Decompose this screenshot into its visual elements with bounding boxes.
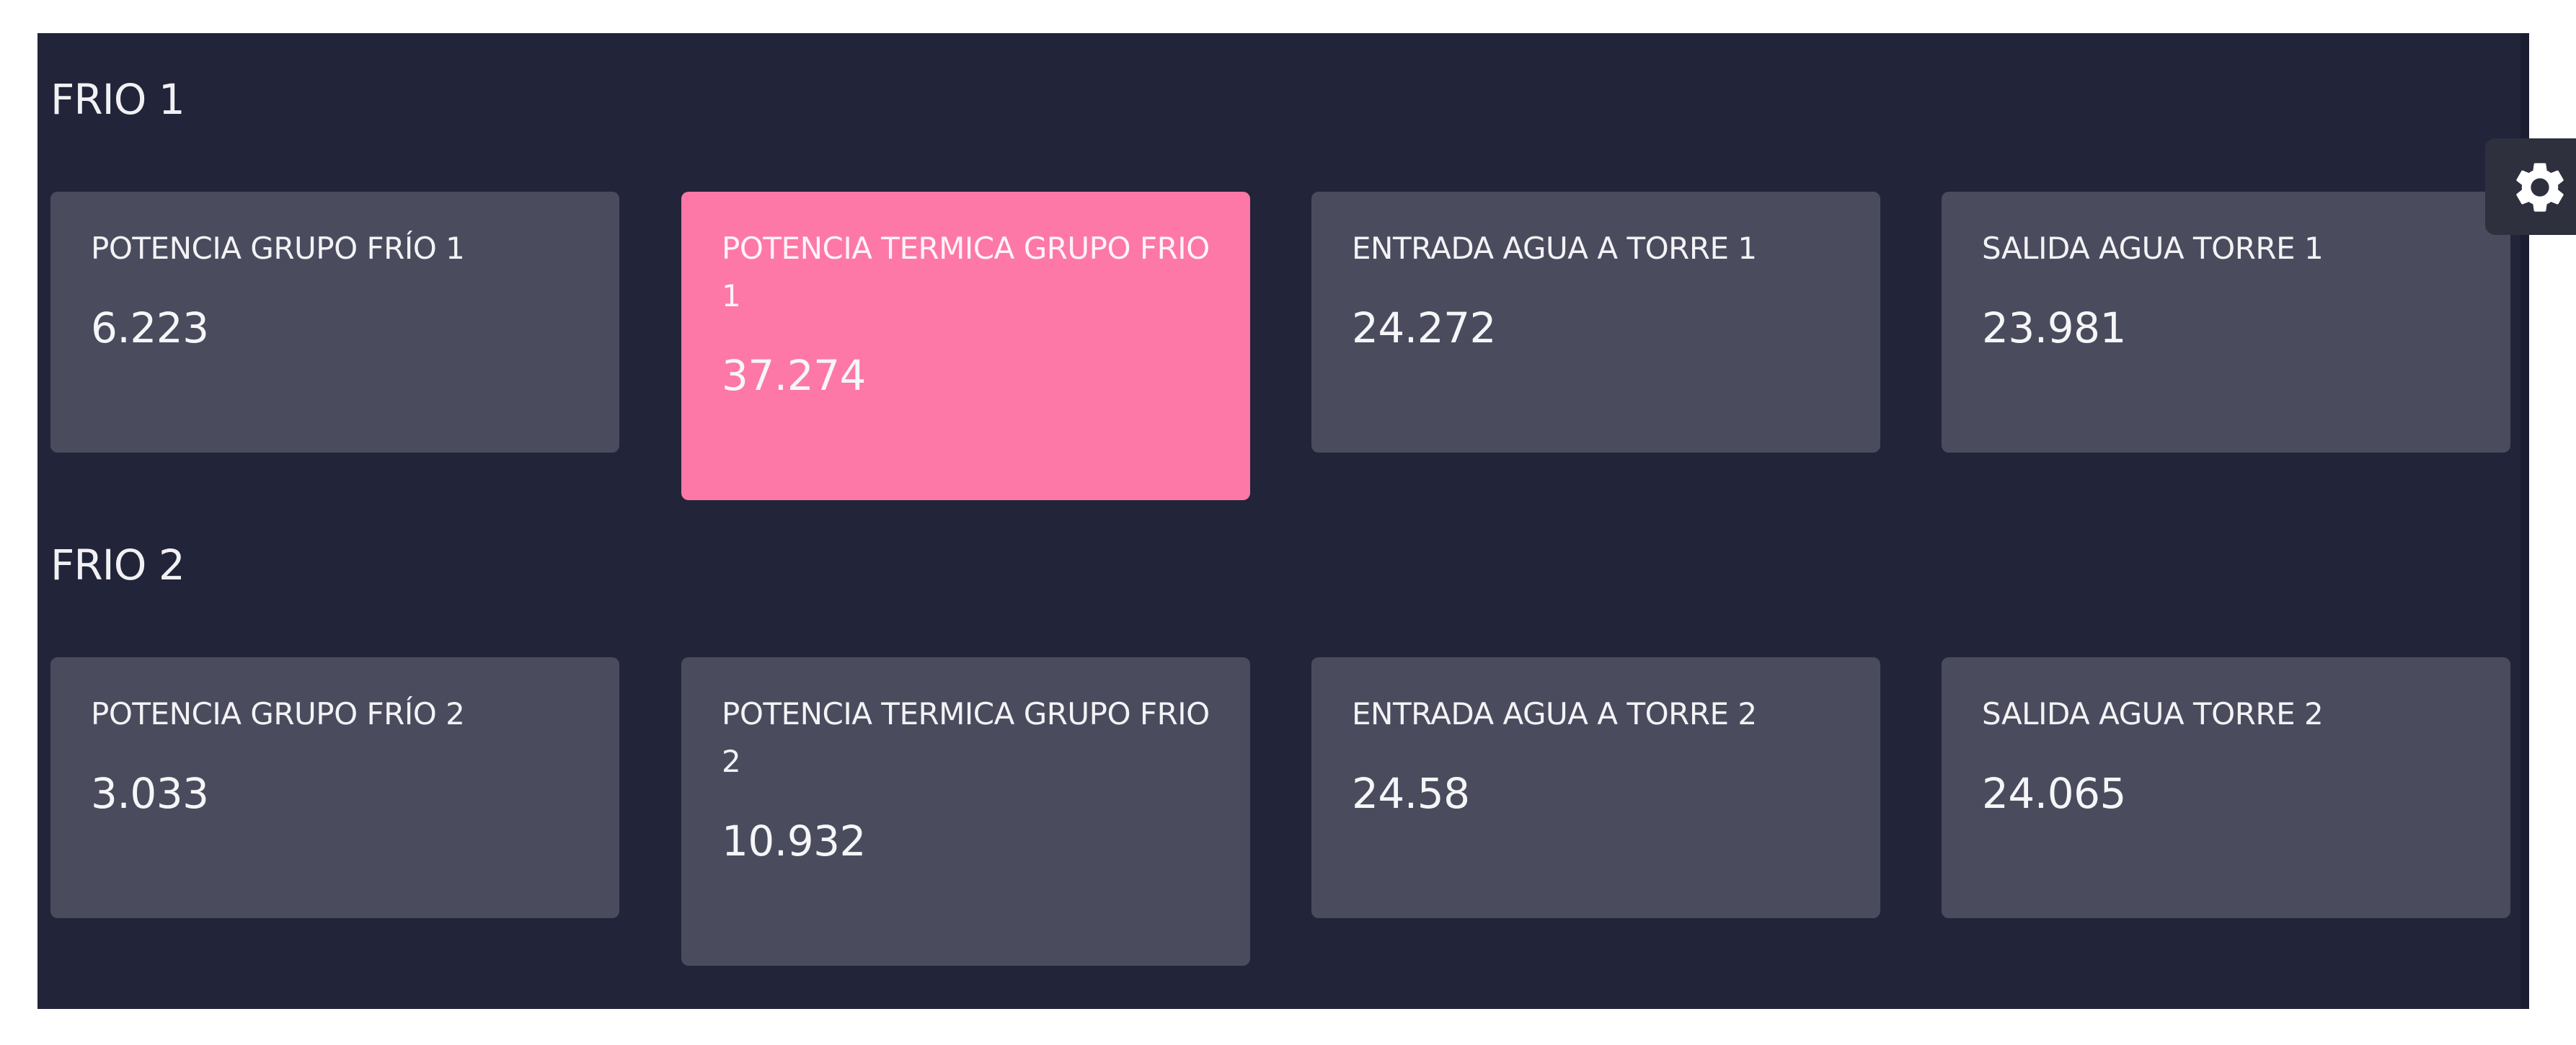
card-potencia-termica-grupo-frio-1[interactable]: POTENCIA TERMICA GRUPO FRIO 1 37.274 bbox=[681, 192, 1250, 500]
card-label: SALIDA AGUA TORRE 1 bbox=[1982, 231, 2324, 266]
card-potencia-grupo-frio-2[interactable]: POTENCIA GRUPO FRÍO 2 3.033 bbox=[50, 657, 619, 918]
card-potencia-grupo-frio-1[interactable]: POTENCIA GRUPO FRÍO 1 6.223 bbox=[50, 192, 619, 453]
card-salida-agua-torre-2[interactable]: SALIDA AGUA TORRE 2 24.065 bbox=[1942, 657, 2510, 918]
settings-button[interactable] bbox=[2485, 138, 2576, 235]
dashboard-panel: FRIO 1 POTENCIA GRUPO FRÍO 1 6.223 POTEN… bbox=[37, 33, 2529, 1009]
gear-icon bbox=[2516, 163, 2564, 212]
card-label: POTENCIA GRUPO FRÍO 1 bbox=[91, 231, 465, 266]
card-label: POTENCIA TERMICA GRUPO FRIO 2 bbox=[722, 696, 1210, 779]
section-title-frio-2: FRIO 2 bbox=[50, 541, 185, 590]
section-title-frio-1: FRIO 1 bbox=[50, 75, 185, 124]
card-label: POTENCIA TERMICA GRUPO FRIO 1 bbox=[722, 231, 1210, 314]
card-value: 24.272 bbox=[1352, 303, 1496, 352]
card-label: POTENCIA GRUPO FRÍO 2 bbox=[91, 696, 465, 732]
card-value: 37.274 bbox=[722, 351, 866, 400]
card-value: 10.932 bbox=[722, 817, 866, 866]
card-value: 6.223 bbox=[91, 303, 209, 352]
card-salida-agua-torre-1[interactable]: SALIDA AGUA TORRE 1 23.981 bbox=[1942, 192, 2510, 453]
card-value: 24.58 bbox=[1352, 769, 1470, 818]
card-label: ENTRADA AGUA A TORRE 2 bbox=[1352, 696, 1757, 732]
card-label: SALIDA AGUA TORRE 2 bbox=[1982, 696, 2324, 732]
card-label: ENTRADA AGUA A TORRE 1 bbox=[1352, 231, 1757, 266]
card-value: 24.065 bbox=[1982, 769, 2126, 818]
card-potencia-termica-grupo-frio-2[interactable]: POTENCIA TERMICA GRUPO FRIO 2 10.932 bbox=[681, 657, 1250, 966]
card-value: 23.981 bbox=[1982, 303, 2126, 352]
card-entrada-agua-torre-2[interactable]: ENTRADA AGUA A TORRE 2 24.58 bbox=[1311, 657, 1880, 918]
card-entrada-agua-torre-1[interactable]: ENTRADA AGUA A TORRE 1 24.272 bbox=[1311, 192, 1880, 453]
card-value: 3.033 bbox=[91, 769, 209, 818]
